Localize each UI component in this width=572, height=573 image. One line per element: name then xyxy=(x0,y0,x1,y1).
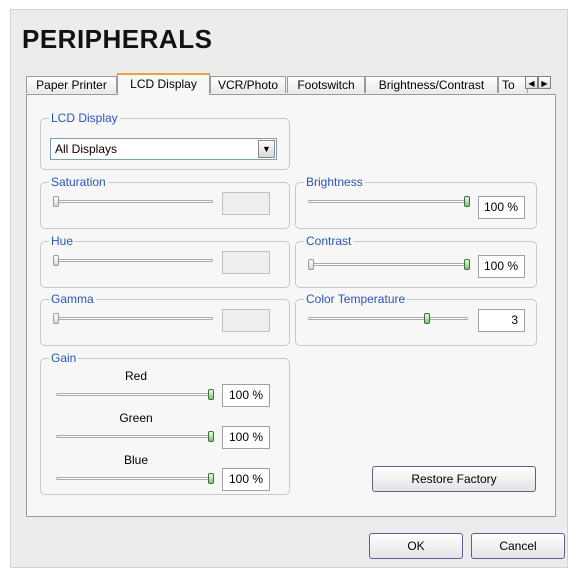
saturation-slider-thumb[interactable] xyxy=(53,196,59,207)
gain-green-slider-thumb[interactable] xyxy=(208,431,214,442)
gamma-group: Gamma xyxy=(40,292,290,346)
color-temperature-legend: Color Temperature xyxy=(304,292,408,306)
gain-red-slider-track[interactable] xyxy=(56,393,214,396)
lcd-display-panel: LCD Display All Displays ▼ Saturation Hu… xyxy=(26,94,556,517)
tab-footswitch[interactable]: Footswitch xyxy=(287,76,365,93)
gain-red-label: Red xyxy=(124,369,147,383)
color-temperature-value: 3 xyxy=(478,309,525,332)
saturation-value xyxy=(222,192,270,215)
brightness-slider-track[interactable] xyxy=(308,200,468,203)
page-title: PERIPHERALS xyxy=(22,24,213,54)
hue-group: Hue xyxy=(40,234,290,288)
gamma-value xyxy=(222,309,270,332)
gamma-legend: Gamma xyxy=(49,292,96,306)
gain-blue-slider-thumb[interactable] xyxy=(208,473,214,484)
tab-tone[interactable]: To xyxy=(498,76,528,93)
display-select-value: All Displays xyxy=(55,142,118,156)
tab-scroll-left-icon[interactable]: ◀ xyxy=(525,76,538,89)
contrast-group: Contrast 100 % xyxy=(295,234,537,288)
contrast-slider-track[interactable] xyxy=(308,263,468,266)
brightness-legend: Brightness xyxy=(304,175,365,189)
contrast-slider-min-thumb xyxy=(308,259,314,270)
brightness-slider-thumb[interactable] xyxy=(464,196,470,207)
saturation-group: Saturation xyxy=(40,175,290,229)
saturation-legend: Saturation xyxy=(49,175,108,189)
gamma-slider-thumb[interactable] xyxy=(53,313,59,324)
brightness-group: Brightness 100 % xyxy=(295,175,537,229)
contrast-legend: Contrast xyxy=(304,234,354,248)
gamma-slider-track[interactable] xyxy=(53,317,213,320)
tab-vcr-photo[interactable]: VCR/Photo xyxy=(210,76,286,93)
restore-factory-button[interactable]: Restore Factory xyxy=(372,466,536,492)
gain-legend: Gain xyxy=(49,351,79,365)
gain-red-slider-thumb[interactable] xyxy=(208,389,214,400)
cancel-button[interactable]: Cancel xyxy=(471,533,565,559)
tab-lcd-display[interactable]: LCD Display xyxy=(117,73,210,95)
saturation-slider-track[interactable] xyxy=(53,200,213,203)
contrast-value: 100 % xyxy=(478,255,525,278)
lcd-display-legend: LCD Display xyxy=(49,111,120,125)
hue-legend: Hue xyxy=(49,234,76,248)
gain-group: Gain Red 100 % Green 100 % Blue 100 % xyxy=(40,351,290,495)
hue-slider-track[interactable] xyxy=(53,259,213,262)
color-temperature-slider-thumb[interactable] xyxy=(424,313,430,324)
hue-value xyxy=(222,251,270,274)
contrast-slider-thumb[interactable] xyxy=(464,259,470,270)
gain-blue-value: 100 % xyxy=(222,468,270,491)
gain-red-value: 100 % xyxy=(222,384,270,407)
display-select[interactable]: All Displays ▼ xyxy=(50,138,277,160)
color-temperature-slider-track[interactable] xyxy=(308,317,468,320)
gain-green-slider-track[interactable] xyxy=(56,435,214,438)
tab-paper-printer[interactable]: Paper Printer xyxy=(26,76,117,93)
lcd-display-group: LCD Display All Displays ▼ xyxy=(40,111,290,170)
chevron-down-icon[interactable]: ▼ xyxy=(258,140,275,158)
gain-blue-label: Blue xyxy=(123,453,149,467)
gain-blue-slider-track[interactable] xyxy=(56,477,214,480)
hue-slider-thumb[interactable] xyxy=(53,255,59,266)
brightness-value: 100 % xyxy=(478,196,525,219)
color-temperature-group: Color Temperature 3 xyxy=(295,292,537,346)
gain-green-label: Green xyxy=(119,411,153,425)
tab-scroll-right-icon[interactable]: ▶ xyxy=(538,76,551,89)
gain-green-value: 100 % xyxy=(222,426,270,449)
ok-button[interactable]: OK xyxy=(369,533,463,559)
tab-brightness-contrast[interactable]: Brightness/Contrast xyxy=(365,76,498,93)
